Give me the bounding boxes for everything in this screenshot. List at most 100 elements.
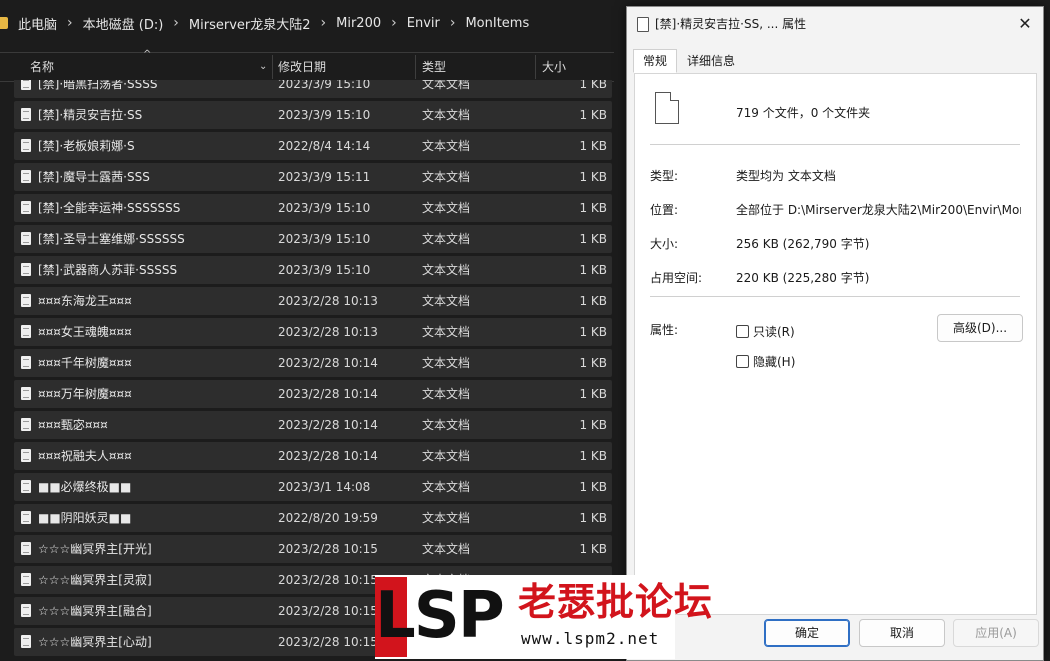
file-date: 2022/8/4 14:14 [278,139,371,153]
breadcrumb-mirserver[interactable]: Mirserver龙泉大陆2 [189,14,311,33]
file-row[interactable]: [禁]·全能幸运神·SSSSSSS 2023/3/9 15:10 文本文档 1 … [14,194,612,222]
file-size: 1 KB [579,480,607,494]
text-file-icon [21,108,31,121]
column-divider[interactable] [415,55,416,79]
file-name: [禁]·老板娘莉娜·S [38,139,135,153]
file-row[interactable]: ■■阴阳妖灵■■ 2022/8/20 19:59 文本文档 1 KB [14,504,612,532]
file-row[interactable]: [禁]·武器商人苏菲·SSSSS 2023/3/9 15:10 文本文档 1 K… [14,256,612,284]
file-row[interactable]: ¤¤¤甄宓¤¤¤ 2023/2/28 10:14 文本文档 1 KB [14,411,612,439]
column-divider[interactable] [535,55,536,79]
file-date: 2023/2/28 10:14 [278,387,378,401]
chevron-down-icon[interactable]: ⌄ [259,53,267,81]
ok-button[interactable]: 确定 [764,619,850,647]
file-row[interactable]: ¤¤¤万年树魔¤¤¤ 2023/2/28 10:14 文本文档 1 KB [14,380,612,408]
file-type: 文本文档 [422,356,471,370]
text-file-icon [21,418,31,431]
file-size: 1 KB [579,542,607,556]
chevron-right-icon[interactable]: › [450,15,456,31]
breadcrumb-monitems[interactable]: MonItems [465,16,529,31]
text-file-icon [21,480,31,493]
file-row[interactable]: ¤¤¤千年树魔¤¤¤ 2023/2/28 10:14 文本文档 1 KB [14,349,612,377]
file-row[interactable]: [禁]·魔导士露茜·SSS 2023/3/9 15:11 文本文档 1 KB [14,163,612,191]
checkbox-box[interactable] [736,325,749,338]
dialog-title-bar[interactable]: [禁]·精灵安吉拉·SS, ... 属性 ✕ [627,7,1043,41]
logo-site-name: 老瑟批论坛 [518,580,714,624]
text-file-icon [21,80,31,90]
file-date: 2023/3/9 15:11 [278,170,371,184]
hidden-checkbox[interactable]: 隐藏(H) [736,353,795,370]
file-row[interactable]: [禁]·圣导士塞维娜·SSSSSS 2023/3/9 15:10 文本文档 1 … [14,225,612,253]
file-row[interactable]: ■■必爆终极■■ 2023/3/1 14:08 文本文档 1 KB [14,473,612,501]
file-row[interactable]: [禁]·暗黑扫荡者·SSSS 2023/3/9 15:10 文本文档 1 KB [14,80,612,98]
file-count-summary: 719 个文件，0 个文件夹 [736,106,871,120]
dialog-title: [禁]·精灵安吉拉·SS, ... 属性 [655,17,807,31]
advanced-button[interactable]: 高级(D)... [937,314,1023,342]
file-row[interactable]: ¤¤¤东海龙王¤¤¤ 2023/2/28 10:13 文本文档 1 KB [14,287,612,315]
file-name: ■■必爆终极■■ [38,480,132,494]
file-row[interactable]: ☆☆☆幽冥界主[开光] 2023/2/28 10:15 文本文档 1 KB [14,535,612,563]
apply-button[interactable]: 应用(A) [953,619,1039,647]
readonly-checkbox[interactable]: 只读(R) [736,323,795,340]
column-date[interactable]: 修改日期 [278,53,326,81]
file-size: 1 KB [579,108,607,122]
file-name: [禁]·暗黑扫荡者·SSSS [38,80,158,91]
file-size: 1 KB [579,294,607,308]
file-date: 2023/2/28 10:13 [278,325,378,339]
folder-icon [0,17,8,29]
file-date: 2023/2/28 10:14 [278,356,378,370]
file-name: ☆☆☆幽冥界主[心动] [38,635,152,649]
file-date: 2023/2/28 10:15 [278,635,378,649]
file-name: [禁]·武器商人苏菲·SSSSS [38,263,178,277]
column-type[interactable]: 类型 [422,53,446,81]
logo-url: www.lspm2.net [521,629,660,648]
disk-size-value: 220 KB (225,280 字节) [736,271,870,285]
file-type: 文本文档 [422,139,471,153]
file-list: [禁]·暗黑扫荡者·SSSS 2023/3/9 15:10 文本文档 1 KB … [14,80,614,659]
breadcrumb-this-pc[interactable]: 此电脑 [18,14,57,33]
file-name: ¤¤¤女王魂魄¤¤¤ [38,325,132,339]
chevron-right-icon[interactable]: › [173,15,179,31]
file-name: ¤¤¤万年树魔¤¤¤ [38,387,132,401]
file-row[interactable]: [禁]·精灵安吉拉·SS 2023/3/9 15:10 文本文档 1 KB [14,101,612,129]
chevron-right-icon[interactable]: › [67,15,73,31]
chevron-right-icon[interactable]: › [391,15,397,31]
file-row[interactable]: ¤¤¤祝融夫人¤¤¤ 2023/2/28 10:14 文本文档 1 KB [14,442,612,470]
checkbox-box[interactable] [736,355,749,368]
cancel-button[interactable]: 取消 [859,619,945,647]
file-size: 1 KB [579,139,607,153]
file-date: 2023/2/28 10:15 [278,604,378,618]
file-size: 1 KB [579,263,607,277]
column-divider[interactable] [272,55,273,79]
file-size: 1 KB [579,232,607,246]
file-date: 2023/2/28 10:14 [278,418,378,432]
file-date: 2023/3/9 15:10 [278,80,371,91]
close-icon[interactable]: ✕ [1015,7,1035,41]
file-row[interactable]: ¤¤¤女王魂魄¤¤¤ 2023/2/28 10:13 文本文档 1 KB [14,318,612,346]
text-file-icon [21,573,31,586]
breadcrumb-mir200[interactable]: Mir200 [336,16,381,31]
file-name: ¤¤¤东海龙王¤¤¤ [38,294,132,308]
file-size: 1 KB [579,325,607,339]
properties-dialog: [禁]·精灵安吉拉·SS, ... 属性 ✕ 常规 详细信息 719 个文件，0… [626,6,1044,661]
file-type: 文本文档 [422,325,471,339]
text-file-icon [21,294,31,307]
breadcrumb-envir[interactable]: Envir [407,16,440,31]
column-size[interactable]: 大小 [542,53,566,81]
hidden-label[interactable]: 隐藏(H) [753,353,795,370]
chevron-right-icon[interactable]: › [321,15,327,31]
file-type: 文本文档 [422,387,471,401]
file-name: ¤¤¤千年树魔¤¤¤ [38,356,132,370]
file-date: 2023/2/28 10:15 [278,573,378,587]
tab-general[interactable]: 常规 [633,49,678,73]
text-file-icon [21,604,31,617]
file-size: 1 KB [579,201,607,215]
file-row[interactable]: [禁]·老板娘莉娜·S 2022/8/4 14:14 文本文档 1 KB [14,132,612,160]
tab-details[interactable]: 详细信息 [677,49,745,73]
file-name: ¤¤¤祝融夫人¤¤¤ [38,449,132,463]
file-size: 1 KB [579,449,607,463]
dialog-tabs: 常规 详细信息 [633,49,745,73]
breadcrumb-drive-d[interactable]: 本地磁盘 (D:) [83,14,164,33]
column-name[interactable]: 名称 [30,53,54,81]
file-date: 2023/3/9 15:10 [278,108,371,122]
readonly-label[interactable]: 只读(R) [753,323,795,340]
